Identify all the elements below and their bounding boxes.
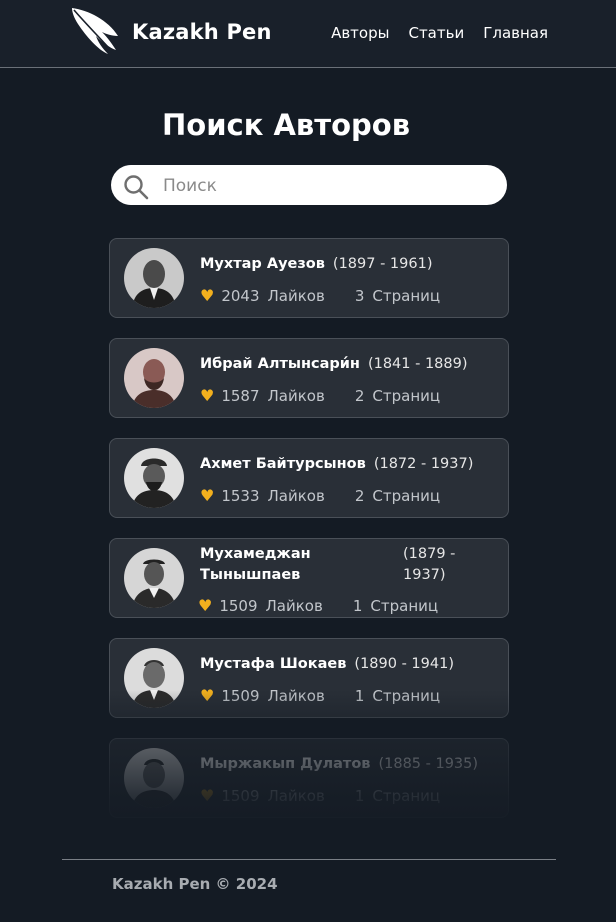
author-years: (1872 - 1937) bbox=[373, 456, 474, 472]
author-stats: ♥ 1509 Лайков 1 Страниц bbox=[200, 786, 440, 805]
author-name[interactable]: Ахмет Байтурсынов (1872 - 1937) bbox=[200, 456, 473, 472]
search-input[interactable] bbox=[161, 165, 495, 207]
pages-count: 2 bbox=[354, 486, 365, 505]
portrait-icon bbox=[124, 448, 184, 508]
author-years: (1897 - 1961) bbox=[332, 256, 433, 272]
likes-count: 1509 bbox=[221, 786, 260, 805]
portrait-icon bbox=[124, 248, 184, 308]
likes-label: Лайков bbox=[267, 386, 325, 405]
likes-count: 1587 bbox=[221, 386, 260, 405]
pages-label: Страниц bbox=[372, 486, 441, 505]
brand-name[interactable]: Kazakh Pen bbox=[132, 20, 272, 44]
author-name[interactable]: Ибрай Алтынсари́н (1841 - 1889) bbox=[200, 356, 468, 372]
likes-count: 2043 bbox=[221, 286, 260, 305]
avatar bbox=[124, 748, 184, 808]
pages-label: Страниц bbox=[372, 386, 441, 405]
heart-icon: ♥ bbox=[198, 596, 213, 615]
author-name[interactable]: Мухтар Ауезов (1897 - 1961) bbox=[200, 256, 433, 272]
author-card[interactable]: Ибрай Алтынсари́н (1841 - 1889) ♥ 1587 Ла… bbox=[109, 338, 509, 418]
top-navbar: Kazakh Pen Авторы Статьи Главная bbox=[0, 0, 616, 68]
likes-label: Лайков bbox=[267, 486, 325, 505]
heart-icon: ♥ bbox=[200, 386, 215, 405]
likes-label: Лайков bbox=[267, 786, 325, 805]
pages-label: Страниц bbox=[372, 786, 441, 805]
search-box[interactable] bbox=[111, 165, 507, 207]
footer-divider bbox=[62, 859, 556, 860]
heart-icon: ♥ bbox=[200, 786, 215, 805]
heart-icon: ♥ bbox=[200, 686, 215, 705]
pages-label: Страниц bbox=[372, 686, 441, 705]
heart-icon: ♥ bbox=[200, 286, 215, 305]
likes-count: 1509 bbox=[219, 596, 258, 615]
avatar bbox=[124, 548, 184, 608]
author-card-partial[interactable] bbox=[109, 838, 509, 859]
pages-count: 2 bbox=[354, 386, 365, 405]
likes-count: 1509 bbox=[221, 686, 260, 705]
feather-icon[interactable] bbox=[68, 6, 124, 60]
footer-copyright: Kazakh Pen © 2024 bbox=[112, 875, 278, 893]
author-card[interactable]: Мухтар Ауезов (1897 - 1961) ♥ 2043 Лайков… bbox=[109, 238, 509, 318]
author-years: (1885 - 1935) bbox=[378, 756, 479, 772]
pages-count: 1 bbox=[354, 786, 365, 805]
author-stats: ♥ 1533 Лайков 2 Страниц bbox=[200, 486, 440, 505]
likes-label: Лайков bbox=[265, 596, 323, 615]
author-name[interactable]: Мухамеджан Тынышпаев bbox=[200, 544, 311, 586]
author-stats: ♥ 1509 Лайков 1 Страниц bbox=[200, 686, 440, 705]
nav-home[interactable]: Главная bbox=[483, 24, 548, 42]
pages-count: 1 bbox=[354, 686, 365, 705]
pages-count: 3 bbox=[354, 286, 365, 305]
pages-label: Страниц bbox=[370, 596, 439, 615]
author-stats: ♥ 2043 Лайков 3 Страниц bbox=[200, 286, 440, 305]
author-card[interactable]: Ахмет Байтурсынов (1872 - 1937) ♥ 1533 Ла… bbox=[109, 438, 509, 518]
author-card[interactable]: Мухамеджан Тынышпаев (1879 - 1937) ♥ 150… bbox=[109, 538, 509, 618]
avatar bbox=[124, 348, 184, 408]
likes-label: Лайков bbox=[267, 286, 325, 305]
portrait-icon bbox=[124, 548, 184, 608]
author-stats: ♥ 1509 Лайков 1 Страниц bbox=[198, 596, 438, 615]
author-stats: ♥ 1587 Лайков 2 Страниц bbox=[200, 386, 440, 405]
author-years: (1879 - 1937) bbox=[403, 546, 456, 583]
main-nav: Авторы Статьи Главная bbox=[331, 24, 548, 42]
likes-label: Лайков bbox=[267, 686, 325, 705]
author-years: (1841 - 1889) bbox=[367, 356, 468, 372]
portrait-icon bbox=[124, 348, 184, 408]
heart-icon: ♥ bbox=[200, 486, 215, 505]
nav-authors[interactable]: Авторы bbox=[331, 24, 389, 42]
author-card[interactable]: Мустафа Шокаев (1890 - 1941) ♥ 1509 Лайко… bbox=[109, 638, 509, 718]
avatar bbox=[124, 248, 184, 308]
author-name[interactable]: Мустафа Шокаев (1890 - 1941) bbox=[200, 656, 454, 672]
portrait-icon bbox=[124, 648, 184, 708]
author-years: (1890 - 1941) bbox=[354, 656, 454, 672]
avatar bbox=[124, 648, 184, 708]
author-card[interactable]: Мыржакып Дулатов (1885 - 1935) ♥ 1509 Лай… bbox=[109, 738, 509, 818]
pages-label: Страниц bbox=[372, 286, 441, 305]
pages-count: 1 bbox=[352, 596, 363, 615]
nav-articles[interactable]: Статьи bbox=[408, 24, 464, 42]
likes-count: 1533 bbox=[221, 486, 260, 505]
avatar bbox=[124, 448, 184, 508]
author-name[interactable]: Мыржакып Дулатов (1885 - 1935) bbox=[200, 756, 478, 772]
page-title: Поиск Авторов bbox=[162, 108, 411, 142]
search-icon bbox=[124, 175, 149, 200]
portrait-icon bbox=[124, 748, 184, 808]
